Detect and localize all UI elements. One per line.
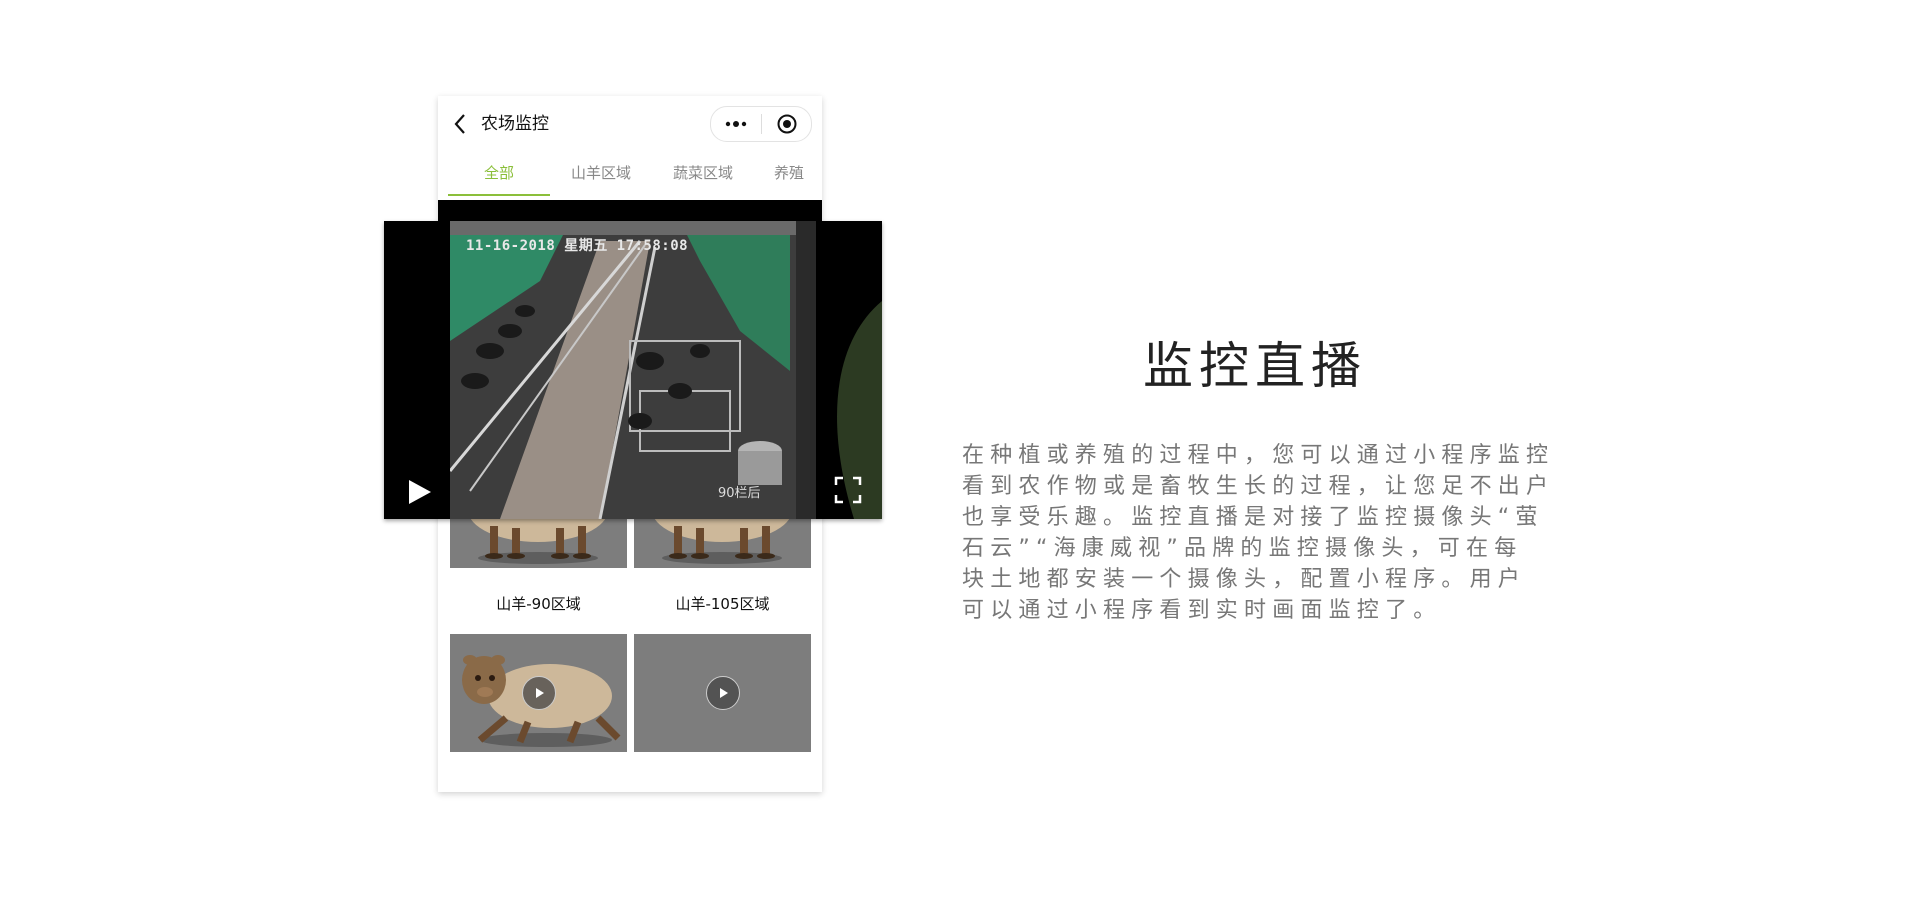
video-player[interactable]: 11-16-2018 星期五 17:58:08 90栏后	[384, 221, 882, 519]
more-button[interactable]	[711, 107, 761, 141]
description-line: 可以通过小程序看到实时画面监控了。	[962, 598, 1442, 623]
camera-label: 山羊-105区域	[675, 595, 770, 613]
description-line: 块土地都安装一个摄像头，配置小程序。用户	[962, 567, 1527, 592]
play-icon	[720, 688, 728, 698]
play-button[interactable]	[522, 676, 556, 710]
more-dots-icon	[725, 121, 747, 127]
camera-label: 山羊-90区域	[496, 595, 581, 613]
page-title: 农场监控	[481, 114, 549, 134]
tab-breeding[interactable]: 养殖	[754, 152, 822, 194]
video-pen-label: 90栏后	[718, 486, 761, 501]
description-line: 石云”“海康威视”品牌的监控摄像头，可在每	[962, 536, 1523, 561]
close-miniprogram-button[interactable]	[762, 107, 811, 141]
tab-goat-area[interactable]: 山羊区域	[550, 152, 652, 194]
video-top-strip	[438, 200, 822, 222]
fullscreen-icon	[834, 476, 862, 504]
tab-all[interactable]: 全部	[448, 152, 550, 194]
description-line: 在种植或养殖的过程中，您可以通过小程序监控	[962, 443, 1555, 468]
back-button[interactable]	[448, 110, 472, 138]
play-icon	[409, 480, 431, 504]
camera-thumbnail-3[interactable]	[450, 634, 627, 752]
target-close-icon	[777, 114, 796, 134]
feature-heading: 监控直播	[1143, 337, 1367, 395]
play-button[interactable]	[706, 676, 740, 710]
live-video-frame	[450, 221, 816, 519]
description-line: 也享受乐趣。监控直播是对接了监控摄像头“萤	[962, 505, 1544, 530]
tab-bar: 全部 山羊区域 蔬菜区域 养殖	[438, 152, 822, 196]
fullscreen-button[interactable]	[833, 475, 863, 505]
camera-thumbnail-4[interactable]	[634, 634, 811, 752]
description-line: 看到农作物或是畜牧生长的过程，让您足不出户	[962, 474, 1555, 499]
capsule-menu	[710, 106, 812, 142]
chevron-left-icon	[454, 114, 465, 134]
feature-description: 在种植或养殖的过程中，您可以通过小程序监控 看到农作物或是畜牧生长的过程，让您足…	[962, 440, 1582, 626]
play-icon	[536, 688, 544, 698]
active-tab-indicator	[448, 194, 550, 196]
nav-bar: 农场监控	[438, 96, 822, 152]
player-play-button[interactable]	[404, 477, 434, 507]
tab-vegetable-area[interactable]: 蔬菜区域	[652, 152, 754, 194]
video-timestamp: 11-16-2018 星期五 17:58:08	[466, 238, 689, 254]
